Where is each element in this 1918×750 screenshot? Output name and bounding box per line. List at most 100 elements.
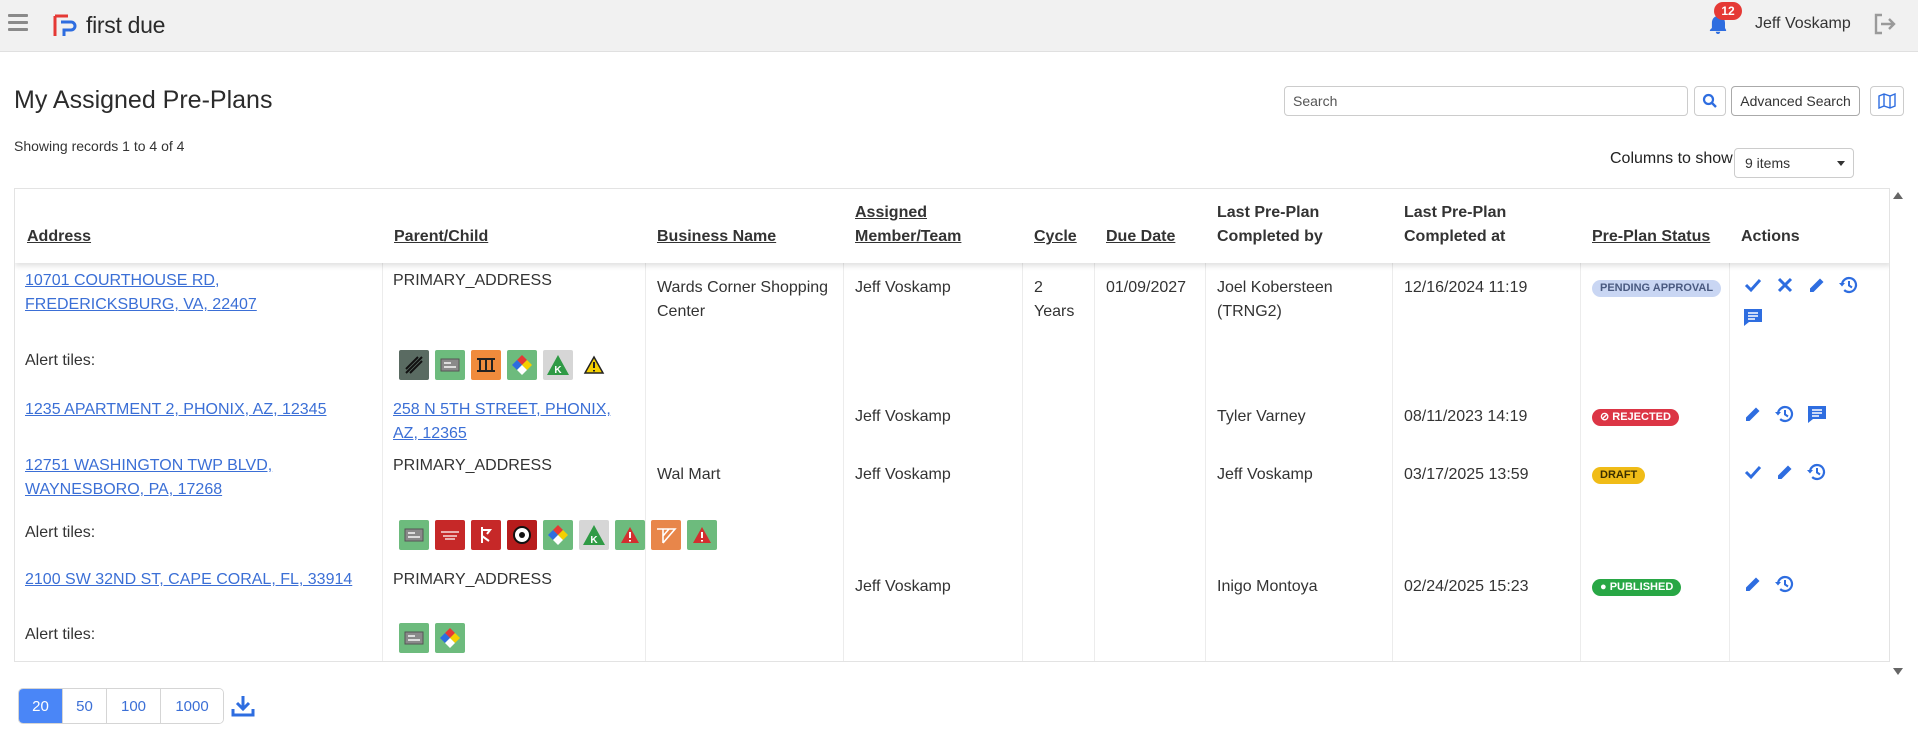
row-last-completed-at: 12/16/2024 11:19	[1404, 279, 1528, 296]
header-last-by-line1: Last Pre-Plan	[1217, 204, 1320, 221]
page-size-selector: 20 50 100 1000	[18, 688, 224, 724]
panel-tile-icon[interactable]	[399, 623, 429, 653]
blocked-icon: ⊘	[1600, 411, 1613, 423]
columns-to-show-label: Columns to show	[1610, 150, 1733, 167]
table-header: Address Parent/Child Business Name Assig…	[15, 189, 1889, 263]
row-assigned: Jeff Voskamp	[855, 408, 951, 425]
menu-icon[interactable]	[8, 14, 28, 32]
panel-tile-icon[interactable]	[399, 520, 429, 550]
history-icon[interactable]	[1837, 273, 1861, 297]
check-circle-icon: ●	[1600, 581, 1610, 593]
row-last-completed-at: 03/17/2025 13:59	[1404, 466, 1529, 483]
knox-box-tile-icon[interactable]: K	[543, 350, 573, 380]
edit-icon[interactable]	[1741, 402, 1765, 426]
history-icon[interactable]	[1773, 402, 1797, 426]
row-address-link[interactable]: 10701 COURTHOUSE RD, FREDERICKSBURG, VA,…	[25, 269, 375, 317]
map-view-button[interactable]	[1870, 86, 1904, 116]
status-badge-text: REJECTED	[1612, 411, 1671, 423]
row-parent-child: PRIMARY_ADDRESS	[393, 272, 552, 289]
row-address-link[interactable]: 1235 APARTMENT 2, PHONIX, AZ, 12345	[25, 398, 375, 422]
history-icon[interactable]	[1805, 460, 1829, 484]
header-last-completed-at: Last Pre-Plan Completed at	[1404, 201, 1506, 249]
comment-icon[interactable]	[1805, 402, 1829, 426]
user-name[interactable]: Jeff Voskamp	[1755, 15, 1851, 33]
status-badge: ● PUBLISHED	[1592, 579, 1682, 596]
header-assigned-line2: Member/Team	[855, 228, 962, 245]
alert-tiles-label: Alert tiles:	[25, 524, 96, 541]
search-button[interactable]	[1694, 86, 1726, 116]
row-address-link[interactable]: 2100 SW 32ND ST, CAPE CORAL, FL, 33914	[25, 568, 375, 592]
edit-icon[interactable]	[1741, 572, 1765, 596]
hazmat-diamond-tile-icon[interactable]	[543, 520, 573, 550]
header-due-date[interactable]: Due Date	[1106, 225, 1175, 249]
warning-triangle-tile-icon[interactable]	[579, 350, 609, 380]
columns-select-value: 9 items	[1745, 155, 1791, 171]
header-status[interactable]: Pre-Plan Status	[1592, 225, 1710, 249]
search-icon	[1702, 93, 1717, 108]
status-badge-text: PUBLISHED	[1609, 581, 1674, 593]
row-parent-child-link[interactable]: 258 N 5TH STREET, PHONIX, AZ, 12365	[393, 398, 638, 446]
alert-tiles: K	[399, 350, 609, 380]
panel-tile-icon[interactable]	[435, 350, 465, 380]
edit-icon[interactable]	[1805, 273, 1829, 297]
reject-icon[interactable]	[1773, 273, 1797, 297]
map-icon	[1878, 93, 1896, 109]
alert-tile-icon[interactable]	[615, 520, 645, 550]
header-last-at-line1: Last Pre-Plan	[1404, 204, 1507, 221]
page-size-20[interactable]: 20	[19, 689, 63, 723]
row-address-link[interactable]: 12751 WASHINGTON TWP BLVD, WAYNESBORO, P…	[25, 454, 375, 502]
header-business-name[interactable]: Business Name	[657, 225, 776, 249]
roof-tile-icon[interactable]	[651, 520, 681, 550]
header-parent-child[interactable]: Parent/Child	[394, 225, 488, 249]
alert-tiles: K	[399, 520, 717, 550]
row-last-completed-by: Joel Kobersteen (TRNG2)	[1217, 279, 1333, 320]
page-size-1000[interactable]: 1000	[161, 689, 223, 723]
status-badge: PENDING APPROVAL	[1592, 280, 1722, 297]
page-size-50[interactable]: 50	[63, 689, 107, 723]
history-icon[interactable]	[1773, 572, 1797, 596]
header-last-by-line2: Completed by	[1217, 228, 1323, 245]
search-input[interactable]	[1284, 86, 1688, 116]
row-business-name: Wal Mart	[657, 466, 721, 483]
comment-icon[interactable]	[1741, 305, 1765, 329]
logout-icon[interactable]	[1872, 12, 1898, 36]
download-icon[interactable]	[230, 693, 256, 719]
sprinkler-tile-icon[interactable]	[399, 350, 429, 380]
scroll-down-arrow-icon[interactable]	[1893, 668, 1903, 675]
row-parent-child: PRIMARY_ADDRESS	[393, 457, 552, 474]
row-actions	[1741, 273, 1871, 329]
row-business-name: Wards Corner Shopping Center	[657, 279, 829, 320]
approve-icon[interactable]	[1741, 273, 1765, 297]
svg-text:K: K	[590, 535, 598, 546]
page-size-100[interactable]: 100	[107, 689, 161, 723]
svg-text:K: K	[554, 365, 562, 376]
header-last-completed-by: Last Pre-Plan Completed by	[1217, 201, 1323, 249]
page-title: My Assigned Pre-Plans	[14, 86, 273, 114]
status-badge: DRAFT	[1592, 467, 1646, 484]
alert-tile-icon[interactable]	[687, 520, 717, 550]
standpipe-tile-icon[interactable]	[471, 520, 501, 550]
edit-icon[interactable]	[1773, 460, 1797, 484]
header-address[interactable]: Address	[27, 225, 91, 249]
header-assigned[interactable]: Assigned Member/Team	[855, 201, 961, 249]
header-cycle[interactable]: Cycle	[1034, 225, 1077, 249]
hazmat-diamond-tile-icon[interactable]	[435, 623, 465, 653]
records-count: Showing records 1 to 4 of 4	[14, 138, 185, 154]
fire-alarm-panel-tile-icon[interactable]	[435, 520, 465, 550]
approve-icon[interactable]	[1741, 460, 1765, 484]
row-actions	[1741, 460, 1871, 484]
hazmat-diamond-tile-icon[interactable]	[507, 350, 537, 380]
row-assigned: Jeff Voskamp	[855, 279, 951, 296]
shutoff-valve-tile-icon[interactable]	[507, 520, 537, 550]
columns-select[interactable]: 9 items	[1734, 148, 1854, 178]
first-due-logo-icon	[53, 14, 77, 36]
alert-tiles-label: Alert tiles:	[25, 352, 96, 369]
app-logo-text: first due	[86, 12, 166, 38]
fence-tile-icon[interactable]	[471, 350, 501, 380]
app-logo[interactable]: first due	[52, 12, 165, 39]
row-actions	[1741, 402, 1871, 426]
knox-box-tile-icon[interactable]: K	[579, 520, 609, 550]
top-bar: first due 12 Jeff Voskamp	[0, 0, 1918, 52]
scroll-up-arrow-icon[interactable]	[1893, 192, 1903, 199]
advanced-search-button[interactable]: Advanced Search	[1731, 86, 1860, 116]
